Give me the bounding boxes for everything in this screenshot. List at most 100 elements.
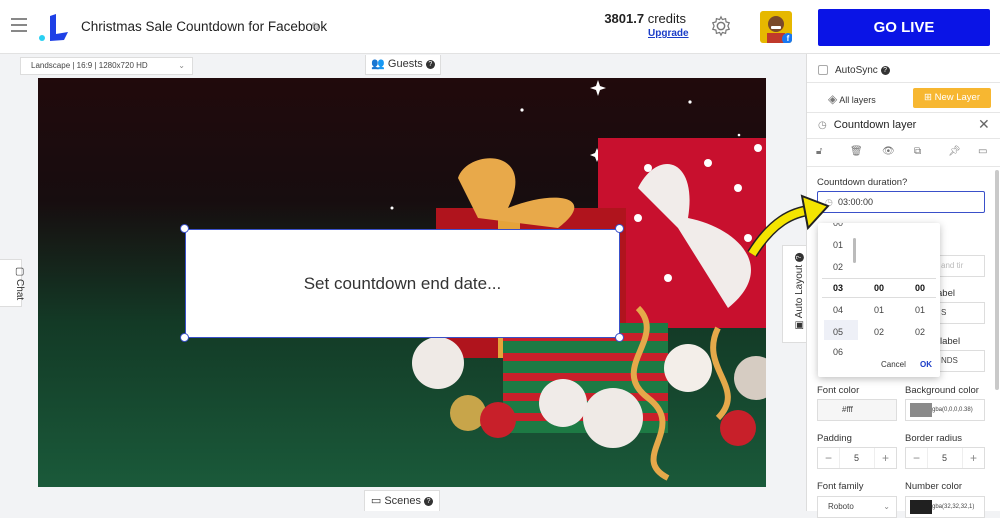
- copy-icon[interactable]: ⧉: [914, 146, 921, 157]
- resolution-select[interactable]: Landscape | 16:9 | 1280x720 HD ⌄: [20, 57, 193, 75]
- minus-icon[interactable]: −: [906, 448, 928, 468]
- hour-option[interactable]: 04: [826, 305, 850, 315]
- pin-icon[interactable]: 📌︎: [948, 146, 961, 157]
- resize-handle-tr[interactable]: [615, 224, 624, 233]
- number-color-field[interactable]: rgba(32,32,32,1): [905, 496, 985, 518]
- bg-color-field[interactable]: rgba(0,0,0,0.38): [905, 399, 985, 421]
- font-color-label: Font color: [817, 385, 860, 396]
- go-live-button[interactable]: GO LIVE: [818, 9, 990, 46]
- chat-label-text: Chat: [14, 279, 26, 301]
- picker-ok-button[interactable]: OK: [920, 360, 932, 369]
- divider: [807, 138, 1000, 139]
- close-icon[interactable]: ✕: [978, 116, 990, 133]
- border-radius-stepper[interactable]: − 5 +: [905, 447, 985, 469]
- panel-scrollbar[interactable]: [995, 170, 999, 390]
- app-logo: [39, 14, 68, 41]
- credits-display: 3801.7 credits: [590, 11, 686, 26]
- help-icon[interactable]: ?: [425, 59, 435, 69]
- number-color-value: rgba(32,32,32,1): [930, 504, 975, 510]
- label-field-value: S: [941, 308, 947, 317]
- second-option[interactable]: 01: [908, 305, 932, 315]
- hour-option[interactable]: 05: [826, 327, 850, 337]
- number-color-swatch: [910, 500, 932, 514]
- divider: [807, 112, 1000, 113]
- padding-stepper[interactable]: − 5 +: [817, 447, 897, 469]
- border-radius-label: Border radius: [905, 433, 963, 444]
- border-radius-value: 5: [942, 453, 948, 463]
- autosync-label-text: AutoSync: [835, 65, 878, 76]
- time-picker-dropdown: 00 01 02 03 04 05 06 00 01 02 00 01 02 C…: [818, 223, 940, 377]
- chat-icon: ▢: [14, 266, 26, 277]
- hour-option-selected[interactable]: 03: [826, 283, 850, 293]
- minute-option[interactable]: 01: [867, 305, 891, 315]
- autosync-label: AutoSync ?: [835, 65, 890, 76]
- duration-input[interactable]: ◷ 03:00:00: [817, 191, 985, 213]
- scenes-icon: ▭: [370, 495, 382, 507]
- plus-icon[interactable]: +: [962, 448, 984, 468]
- help-icon[interactable]: ?: [424, 496, 434, 506]
- plus-icon: ⊞: [923, 92, 932, 103]
- upgrade-link[interactable]: Upgrade: [648, 28, 689, 39]
- picker-scrollbar[interactable]: [853, 238, 856, 263]
- label-field-value: and tir: [941, 261, 964, 270]
- number-color-label: Number color: [905, 481, 963, 492]
- resize-handle-br[interactable]: [615, 333, 624, 342]
- duration-value: 03:00:00: [838, 197, 874, 207]
- second-option[interactable]: 02: [908, 327, 932, 337]
- eye-icon[interactable]: 👁︎: [882, 146, 895, 157]
- picker-cancel-button[interactable]: Cancel: [881, 360, 906, 369]
- guests-tab[interactable]: 👥 Guests ?: [365, 55, 441, 75]
- menu-icon[interactable]: [11, 18, 27, 36]
- chat-tab[interactable]: ▢ Chat: [0, 259, 25, 307]
- devices-icon[interactable]: ▭: [978, 146, 987, 157]
- font-family-label: Font family: [817, 481, 864, 492]
- avatar[interactable]: f: [760, 11, 792, 43]
- font-color-field[interactable]: #fff: [817, 399, 897, 421]
- bg-color-value: rgba(0,0,0,0.38): [930, 407, 973, 413]
- resolution-value: Landscape | 16:9 | 1280x720 HD: [31, 61, 148, 70]
- font-family-value: Roboto: [828, 502, 854, 511]
- chevron-down-icon: ⌄: [883, 502, 890, 511]
- second-option-selected[interactable]: 00: [908, 283, 932, 293]
- layer-title: Countdown layer: [833, 119, 917, 131]
- gear-icon[interactable]: [710, 15, 732, 37]
- help-icon[interactable]: ?: [880, 65, 890, 75]
- divider: [807, 166, 1000, 167]
- chat-label: ▢ Chat: [14, 267, 25, 300]
- guests-icon: 👥: [371, 58, 385, 70]
- font-family-select[interactable]: Roboto ⌄: [817, 496, 897, 518]
- label-field-value: NDS: [941, 356, 958, 365]
- project-title: Christmas Sale Countdown for Facebook: [81, 19, 328, 34]
- hour-option[interactable]: 06: [826, 347, 850, 357]
- layer-header: ◷ Countdown layer: [818, 119, 916, 131]
- new-layer-button[interactable]: ⊞ New Layer: [913, 88, 991, 108]
- padding-label: Padding: [817, 433, 852, 444]
- credits-value: 3801.7: [604, 11, 645, 26]
- new-layer-label: New Layer: [934, 92, 981, 103]
- minus-icon[interactable]: −: [818, 448, 840, 468]
- layer-toolbar: 🔓︎ 🗑︎ 👁︎ ⧉ 📌︎ ▭: [814, 146, 994, 160]
- resize-handle-tl[interactable]: [180, 224, 189, 233]
- all-layers-button[interactable]: ◈ All layers: [828, 92, 876, 106]
- padding-value: 5: [854, 453, 860, 463]
- bg-color-label: Background color: [905, 385, 979, 396]
- label-caption: label: [940, 336, 961, 347]
- minute-option-selected[interactable]: 00: [867, 283, 891, 293]
- plus-icon[interactable]: +: [874, 448, 896, 468]
- countdown-text-box[interactable]: Set countdown end date...: [185, 229, 620, 338]
- autosync-checkbox[interactable]: [818, 65, 828, 75]
- top-bar: Christmas Sale Countdown for Facebook ✎ …: [0, 0, 1000, 54]
- duration-label: Countdown duration?: [817, 177, 908, 188]
- trash-icon[interactable]: 🗑︎: [850, 146, 863, 157]
- auto-layout-label-text: Auto Layout: [793, 264, 805, 319]
- unlock-icon[interactable]: 🔓︎: [816, 146, 822, 157]
- minute-option[interactable]: 02: [867, 327, 891, 337]
- resize-handle-bl[interactable]: [180, 333, 189, 342]
- annotation-arrow-icon: [747, 194, 830, 257]
- guests-label: Guests: [387, 58, 423, 70]
- scenes-tab[interactable]: ▭ Scenes ?: [364, 490, 440, 511]
- edit-title-icon[interactable]: ✎: [311, 20, 321, 34]
- all-layers-label: All layers: [839, 95, 876, 105]
- credits-unit: credits: [647, 11, 686, 26]
- bg-color-swatch: [910, 403, 932, 417]
